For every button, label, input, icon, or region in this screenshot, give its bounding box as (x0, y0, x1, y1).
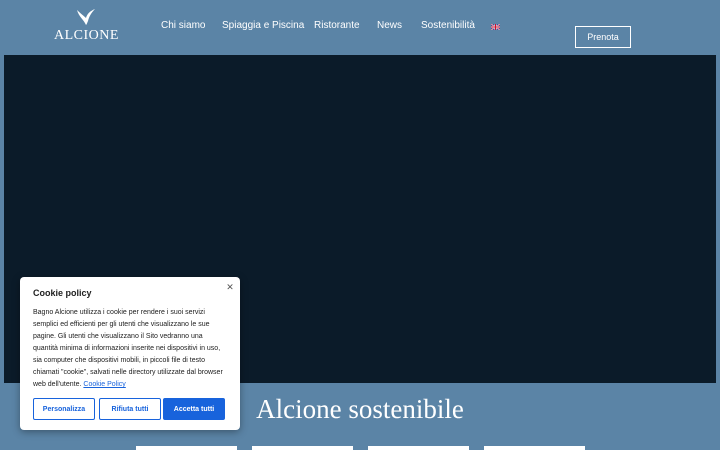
prenota-button[interactable]: Prenota (575, 26, 631, 48)
close-icon[interactable]: ✕ (224, 281, 236, 293)
nav-news[interactable]: News (377, 20, 402, 36)
nav-spiaggia-e-piscina[interactable]: Spiaggia e Piscina (222, 20, 304, 36)
site-header: ALCIONE Chi siamo Spiaggia e Piscina Ris… (0, 0, 720, 55)
feature-card[interactable] (136, 446, 237, 450)
cookie-body-text: Bagno Alcione utilizza i cookie per rend… (33, 309, 223, 388)
nav-ristorante[interactable]: Ristorante (314, 20, 360, 36)
logo-text: ALCIONE (54, 28, 119, 43)
feature-card[interactable] (252, 446, 353, 450)
rifiuta-tutti-button[interactable]: Rifiuta tutti (99, 398, 161, 420)
cookie-policy-link[interactable]: Cookie Policy (83, 381, 125, 388)
feature-card[interactable] (484, 446, 585, 450)
accetta-tutti-button[interactable]: Accetta tutti (163, 398, 225, 420)
nav-sostenibilita[interactable]: Sostenibilità (421, 20, 475, 36)
nav-chi-siamo[interactable]: Chi siamo (161, 20, 205, 36)
personalizza-button[interactable]: Personalizza (33, 398, 95, 420)
uk-flag-icon[interactable] (491, 24, 500, 30)
logo[interactable]: ALCIONE (54, 9, 118, 45)
bird-logo-icon (77, 9, 95, 25)
cookie-banner: ✕ Cookie policy Bagno Alcione utilizza i… (20, 277, 240, 430)
feature-card[interactable] (368, 446, 469, 450)
cookie-title: Cookie policy (33, 288, 92, 298)
cookie-text: Bagno Alcione utilizza i cookie per rend… (33, 307, 229, 391)
